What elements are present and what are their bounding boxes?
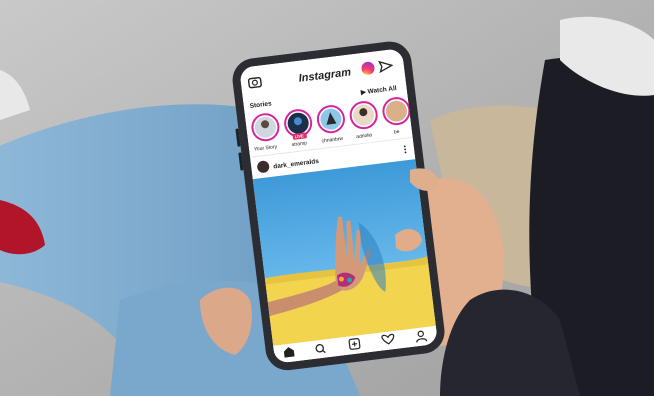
story-label: be [394, 129, 400, 136]
post-image [252, 159, 436, 346]
photo-scene: Instagram Stories ▶ Watch All Your Story… [0, 0, 654, 396]
story-item[interactable]: Your Story [250, 113, 281, 153]
photo-frame: Instagram Stories ▶ Watch All Your Story… [0, 0, 654, 396]
